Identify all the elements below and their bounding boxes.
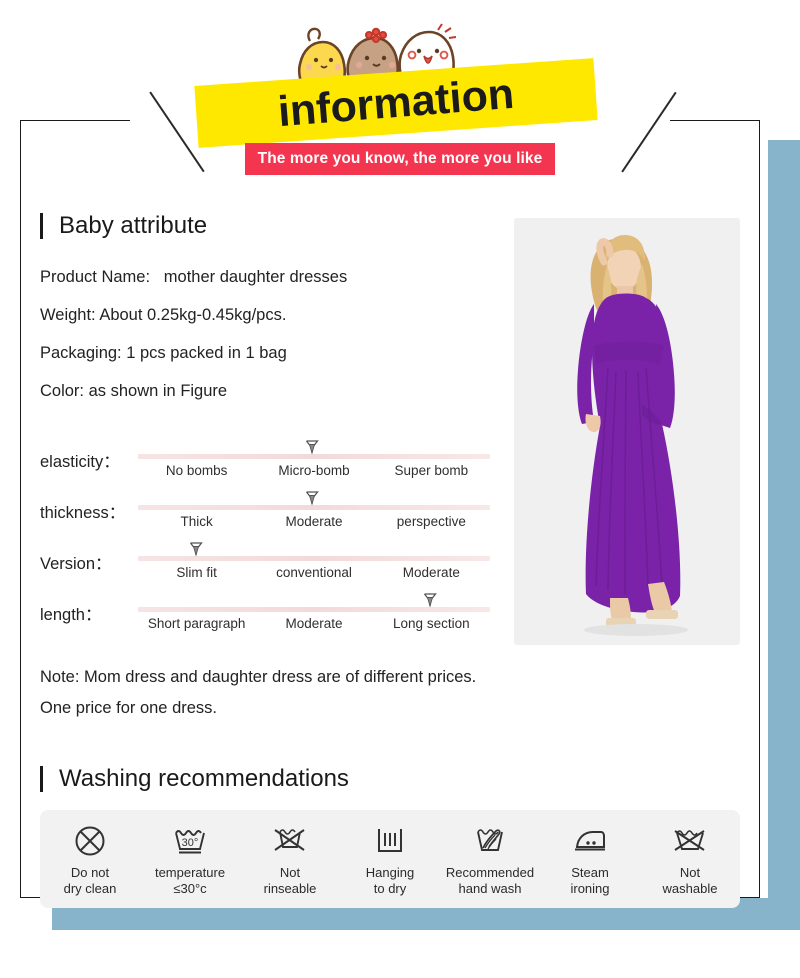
wash-item: 30° temperature ≤30°c xyxy=(142,820,238,897)
subtitle-text: The more you know, the more you like xyxy=(257,150,543,167)
slider-track-wrap[interactable]: Short paragraph Moderate Long section xyxy=(138,593,490,644)
wash-label: Recommended hand wash xyxy=(445,865,535,896)
slider-elasticity: elasticity： No bombs Micro-bomb Super bo… xyxy=(40,440,500,491)
not-washable-icon xyxy=(669,820,711,862)
attribute-item: Product Name: mother daughter dresses xyxy=(40,268,348,286)
slider-tick: Moderate xyxy=(285,514,343,529)
wash-label: Steam ironing xyxy=(570,865,610,896)
slider-tick: Thick xyxy=(180,514,213,529)
main-content: Baby attribute Product Name: mother daug… xyxy=(20,120,760,908)
attribute-item: Weight: About 0.25kg-0.45kg/pcs. xyxy=(40,306,287,324)
slider-thickness: thickness： Thick Moderate perspective xyxy=(40,491,500,542)
slider-tick-labels: Short paragraph Moderate Long section xyxy=(138,616,490,631)
slider-tick: Short paragraph xyxy=(147,616,246,631)
slider-length: length： Short paragraph Moderate Long se… xyxy=(40,593,500,644)
slider-label: thickness： xyxy=(40,504,126,522)
slider-label: Version： xyxy=(40,555,112,573)
not-rinseable-icon xyxy=(270,820,310,862)
slider-marker-icon[interactable] xyxy=(305,490,320,506)
note-line: One price for one dress. xyxy=(40,699,218,717)
attribute-item: Color: as shown in Figure xyxy=(40,382,228,400)
slider-tick: No bombs xyxy=(165,463,228,478)
slider-track-wrap[interactable]: Thick Moderate perspective xyxy=(138,491,490,542)
note-line: Note: Mom dress and daughter dress are o… xyxy=(40,668,477,686)
slider-tick: Super bomb xyxy=(394,463,469,478)
wash-label: Not rinseable xyxy=(263,865,317,896)
slider-tick: perspective xyxy=(396,514,466,529)
slider-tick: Slim fit xyxy=(176,565,217,580)
slider-marker-icon[interactable] xyxy=(189,541,203,557)
slider-version: Version： Slim fit conventional Moderate xyxy=(40,542,500,593)
wash-label: Hanging to dry xyxy=(365,865,415,896)
svg-text:30°: 30° xyxy=(182,837,199,849)
slider-marker-icon[interactable] xyxy=(423,592,437,608)
wash-item: Hanging to dry xyxy=(342,820,438,897)
slider-marker-icon[interactable] xyxy=(305,439,320,455)
attribute-sliders: elasticity： No bombs Micro-bomb Super bo… xyxy=(40,440,500,644)
price-note: Note: Mom dress and daughter dress are o… xyxy=(40,668,600,730)
slider-label: elasticity： xyxy=(40,453,120,471)
washing-icons-panel: Do not dry clean 30° temperature ≤30°c N… xyxy=(40,810,740,908)
page-header: information The more you know, the more … xyxy=(0,0,800,190)
attribute-item: Packaging: 1 pcs packed in 1 bag xyxy=(40,344,287,362)
washing-title: Washing recommendations xyxy=(59,765,349,792)
slider-tick-labels: Slim fit conventional Moderate xyxy=(138,565,490,580)
washing-heading: Washing recommendations xyxy=(20,765,760,793)
slider-tick: Long section xyxy=(393,616,470,631)
heading-bar-icon xyxy=(40,213,43,239)
slider-tick-labels: Thick Moderate perspective xyxy=(138,514,490,529)
slider-track[interactable] xyxy=(138,607,490,612)
wash-temperature-30-icon: 30° xyxy=(170,820,210,862)
hand-wash-icon xyxy=(470,820,510,862)
product-photo[interactable] xyxy=(514,218,740,645)
wash-label: temperature ≤30°c xyxy=(154,865,226,896)
attribute-list: Product Name: mother daughter dresses We… xyxy=(40,268,510,420)
subtitle-banner: The more you know, the more you like xyxy=(245,143,555,175)
slider-tick: Moderate xyxy=(285,616,343,631)
slider-tick-labels: No bombs Micro-bomb Super bomb xyxy=(138,463,490,478)
wash-item: Do not dry clean xyxy=(42,820,138,897)
slider-track-wrap[interactable]: No bombs Micro-bomb Super bomb xyxy=(138,440,490,491)
steam-iron-icon xyxy=(569,820,611,862)
slider-track-wrap[interactable]: Slim fit conventional Moderate xyxy=(138,542,490,593)
wash-label: Do not dry clean xyxy=(63,865,117,896)
wash-label: Not washable xyxy=(662,865,718,896)
slider-tick: Moderate xyxy=(402,565,460,580)
wash-item: Not washable xyxy=(642,820,738,897)
wash-item: Not rinseable xyxy=(242,820,338,897)
slider-tick: conventional xyxy=(276,565,352,580)
slider-label: length： xyxy=(40,606,102,624)
baby-attribute-heading: Baby attribute xyxy=(20,212,207,240)
baby-attribute-title: Baby attribute xyxy=(59,212,208,239)
heading-bar-icon xyxy=(40,766,43,792)
blue-accent-band-right xyxy=(768,140,800,930)
do-not-dry-clean-icon xyxy=(71,820,109,862)
slider-tick: Micro-bomb xyxy=(278,463,350,478)
wash-item: Steam ironing xyxy=(542,820,638,897)
hang-to-dry-icon xyxy=(371,820,409,862)
wash-item: Recommended hand wash xyxy=(442,820,538,897)
